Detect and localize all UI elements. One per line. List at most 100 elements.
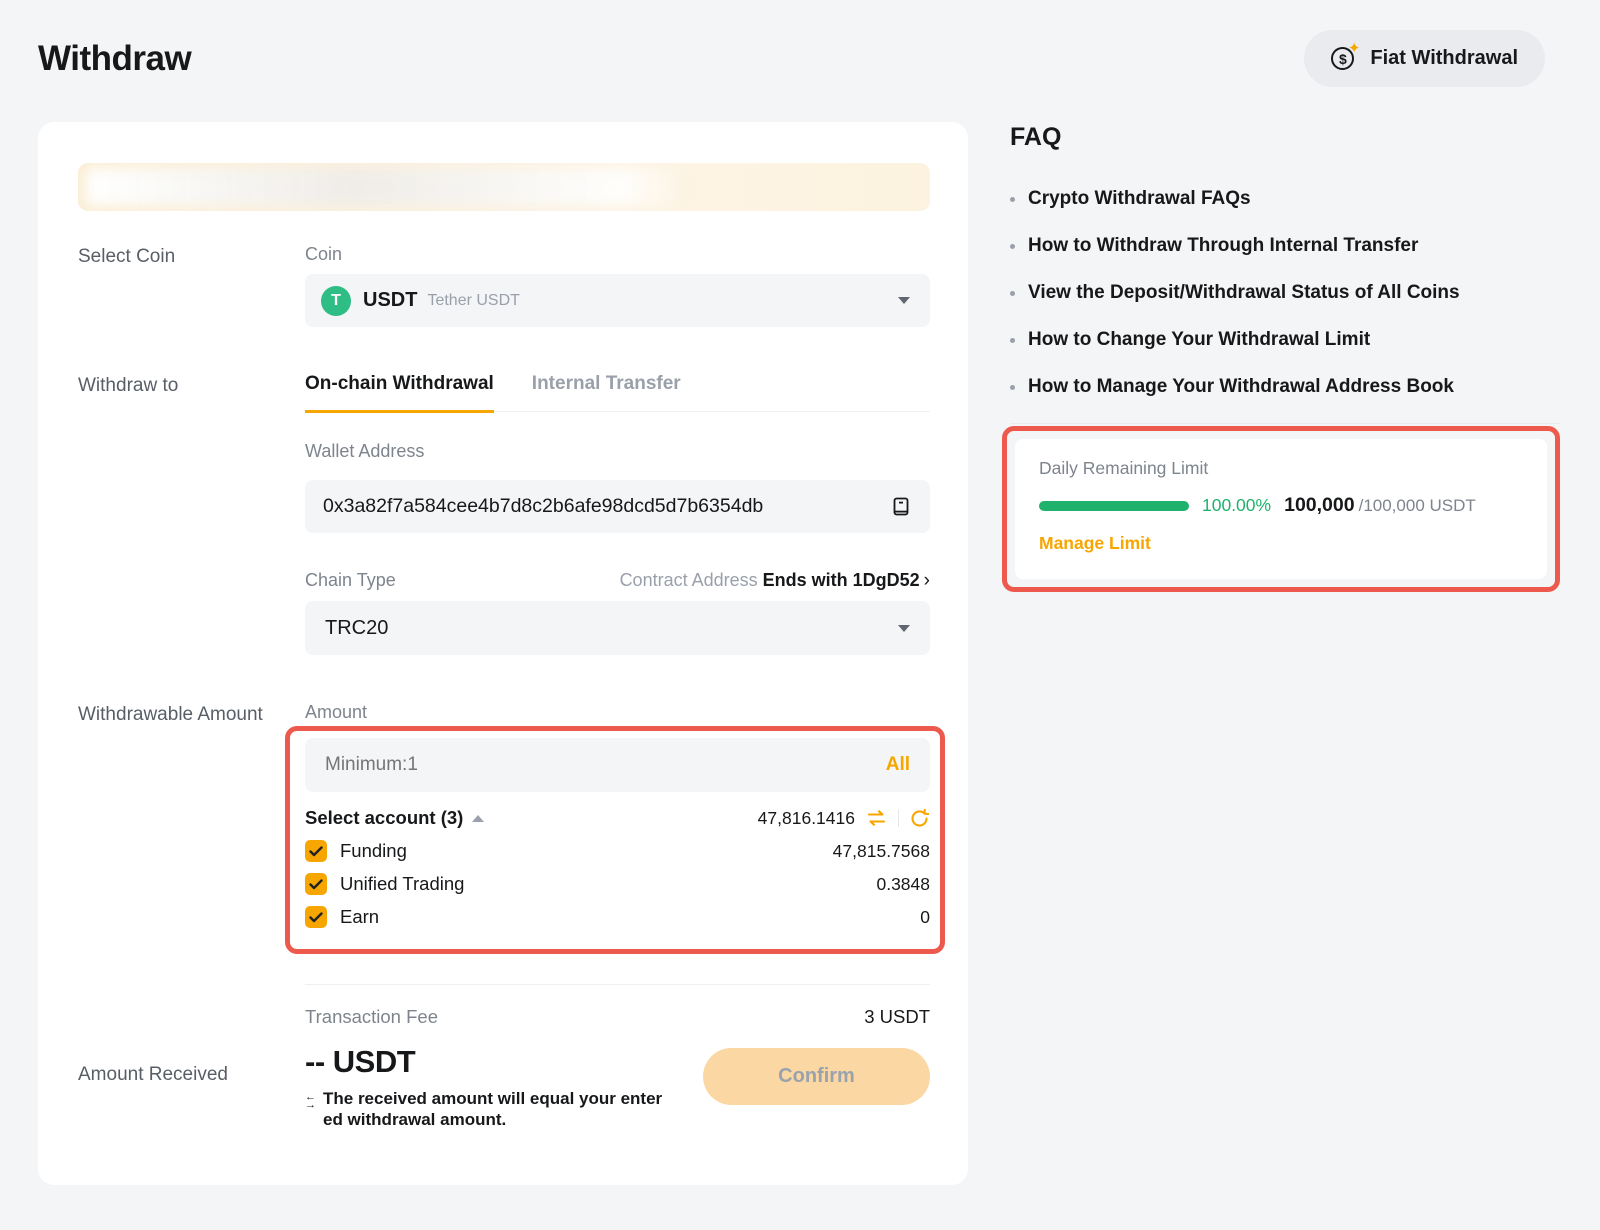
limit-percent: 100.00% [1202, 495, 1271, 516]
faq-item-label: View the Deposit/Withdrawal Status of Al… [1028, 282, 1460, 304]
wallet-address-label: Wallet Address [305, 441, 930, 462]
received-note-line1: The received amount will equal your ente… [323, 1089, 662, 1108]
annotation-highlight-amount: All Select account (3) 47,816.1416 [285, 726, 945, 954]
chevron-down-icon [898, 297, 910, 304]
account-balance: 0.3848 [876, 874, 930, 895]
withdraw-page: Withdraw $✦ Fiat Withdrawal Select Coin … [0, 0, 1600, 1230]
contract-address-text: Contract Address [620, 570, 763, 590]
funding-checkbox[interactable] [305, 840, 327, 862]
withdraw-card: Select Coin Coin T USDT Tether USDT With… [38, 122, 968, 1185]
amount-received-block: -- USDT ←→ The received amount will equa… [305, 1044, 700, 1130]
account-name: Unified Trading [340, 873, 464, 895]
triangle-up-icon [472, 815, 484, 822]
withdraw-to-row: Withdraw to On-chain Withdrawal Internal… [78, 373, 930, 655]
transfer-arrows-icon: ←→ [305, 1089, 316, 1130]
account-balance: 47,815.7568 [833, 841, 930, 862]
amount-input[interactable] [325, 754, 874, 776]
confirm-button[interactable]: Confirm [703, 1048, 930, 1105]
transfer-swap-icon[interactable] [865, 808, 888, 828]
chevron-right-icon: › [924, 570, 930, 591]
limit-remaining: 100,000 [1284, 494, 1355, 517]
contract-address-value: Ends with 1DgD52 [763, 570, 920, 590]
address-book-icon[interactable] [890, 496, 912, 518]
faq-item-label: How to Withdraw Through Internal Transfe… [1028, 235, 1418, 257]
withdrawable-amount-label: Withdrawable Amount [78, 702, 305, 1028]
chain-value: TRC20 [321, 617, 388, 640]
chain-select[interactable]: TRC20 [305, 601, 930, 655]
chain-type-label: Chain Type [305, 570, 396, 591]
select-account-toggle[interactable]: Select account (3) 47,816.1416 [305, 807, 930, 829]
page-header: Withdraw $✦ Fiat Withdrawal [38, 30, 1545, 87]
coin-full-name: Tether USDT [427, 292, 519, 310]
coin-select[interactable]: T USDT Tether USDT [305, 274, 930, 327]
faq-item-change-withdrawal-limit[interactable]: How to Change Your Withdrawal Limit [1010, 329, 1560, 351]
amount-row: Withdrawable Amount Amount All Select ac… [78, 702, 930, 1028]
bullet-icon [1010, 338, 1015, 343]
divider [305, 984, 930, 985]
faq-item-label: Crypto Withdrawal FAQs [1028, 188, 1251, 210]
amount-received-row: Amount Received -- USDT ←→ The received … [78, 1044, 930, 1130]
tether-coin-icon: T [321, 286, 351, 316]
bullet-icon [1010, 197, 1015, 202]
tab-onchain-withdrawal[interactable]: On-chain Withdrawal [305, 373, 494, 413]
chain-type-header: Chain Type Contract Address Ends with 1D… [305, 570, 930, 592]
limit-total: /100,000 USDT [1359, 496, 1476, 516]
bullet-icon [1010, 291, 1015, 296]
refresh-balance-icon[interactable] [909, 808, 930, 829]
amount-field-label: Amount [305, 702, 930, 723]
coin-symbol: USDT [363, 289, 417, 312]
amount-received-label: Amount Received [78, 1044, 305, 1130]
annotation-highlight-limit: Daily Remaining Limit 100.00% 100,000/10… [1002, 426, 1560, 592]
earn-checkbox[interactable] [305, 906, 327, 928]
select-coin-row: Select Coin Coin T USDT Tether USDT [78, 244, 930, 327]
bullet-icon [1010, 385, 1015, 390]
dollar-circle-plus-icon: $✦ [1331, 45, 1358, 72]
total-balance: 47,816.1416 [758, 808, 855, 829]
daily-limit-card: Daily Remaining Limit 100.00% 100,000/10… [1015, 439, 1547, 579]
transaction-fee-value: 3 USDT [864, 1006, 930, 1028]
transaction-fee-row: Transaction Fee 3 USDT [305, 1006, 930, 1028]
received-note-line2: ed withdrawal amount. [323, 1110, 506, 1129]
section-divider [1010, 423, 1560, 424]
faq-item-deposit-withdrawal-status[interactable]: View the Deposit/Withdrawal Status of Al… [1010, 282, 1560, 304]
contract-address-link[interactable]: Contract Address Ends with 1DgD52› [620, 570, 930, 592]
content: Select Coin Coin T USDT Tether USDT With… [38, 122, 1560, 1185]
transaction-fee-label: Transaction Fee [305, 1006, 438, 1028]
faq-item-label: How to Change Your Withdrawal Limit [1028, 329, 1370, 351]
promo-banner [78, 163, 930, 211]
faq-item-crypto-withdrawal-faqs[interactable]: Crypto Withdrawal FAQs [1010, 188, 1560, 210]
chevron-down-icon [898, 625, 910, 632]
blurred-banner-content [86, 168, 682, 206]
withdraw-to-label: Withdraw to [78, 373, 305, 655]
coin-field-label: Coin [305, 244, 930, 265]
icon-divider [898, 809, 899, 827]
unified-trading-checkbox[interactable] [305, 873, 327, 895]
account-name: Funding [340, 840, 407, 862]
wallet-address-field [305, 480, 930, 533]
account-row-unified-trading: Unified Trading 0.3848 [305, 873, 930, 895]
faq-item-address-book[interactable]: How to Manage Your Withdrawal Address Bo… [1010, 376, 1560, 398]
withdraw-method-tabs: On-chain Withdrawal Internal Transfer [305, 373, 930, 412]
amount-field: All [305, 738, 930, 792]
fiat-withdrawal-button[interactable]: $✦ Fiat Withdrawal [1304, 30, 1545, 87]
fiat-withdrawal-label: Fiat Withdrawal [1370, 47, 1518, 70]
manage-limit-link[interactable]: Manage Limit [1039, 533, 1523, 554]
received-note: ←→ The received amount will equal your e… [305, 1089, 700, 1130]
all-button[interactable]: All [886, 754, 910, 776]
bullet-icon [1010, 244, 1015, 249]
limit-progress-bar [1039, 501, 1189, 511]
faq-item-label: How to Manage Your Withdrawal Address Bo… [1028, 376, 1454, 398]
account-row-earn: Earn 0 [305, 906, 930, 928]
account-row-funding: Funding 47,815.7568 [305, 840, 930, 862]
faq-title: FAQ [1010, 123, 1560, 152]
select-coin-label: Select Coin [78, 244, 305, 327]
select-account-label: Select account (3) [305, 807, 463, 829]
amount-received-value: -- USDT [305, 1044, 700, 1080]
daily-limit-title: Daily Remaining Limit [1039, 458, 1523, 479]
account-balance: 0 [920, 907, 930, 928]
wallet-address-input[interactable] [323, 495, 890, 518]
tab-internal-transfer[interactable]: Internal Transfer [532, 373, 681, 411]
account-name: Earn [340, 906, 379, 928]
faq-item-internal-transfer[interactable]: How to Withdraw Through Internal Transfe… [1010, 235, 1560, 257]
faq-list: Crypto Withdrawal FAQs How to Withdraw T… [1010, 188, 1560, 398]
